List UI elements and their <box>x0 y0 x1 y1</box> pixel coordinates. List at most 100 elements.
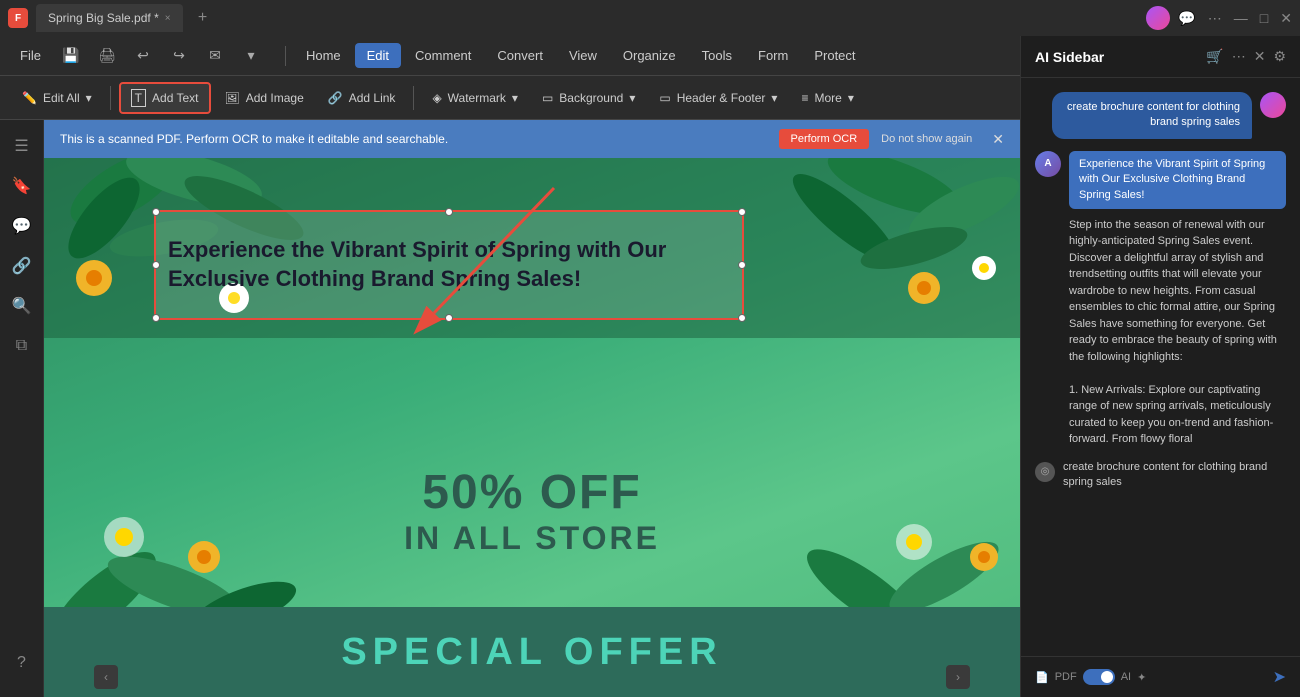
background-icon: ▭ <box>542 91 553 105</box>
nav-comment[interactable]: Comment <box>403 43 483 68</box>
sidebar-icon-help[interactable]: ? <box>4 645 40 681</box>
ai-sidebar-footer: 📄 PDF AI ✦ ➤ <box>1021 656 1300 697</box>
handle-br[interactable] <box>738 314 746 322</box>
handle-bl[interactable] <box>152 314 160 322</box>
sidebar-icon-link[interactable]: 🔗 <box>4 248 40 284</box>
edit-icon: ✏️ <box>22 91 37 105</box>
add-link-button[interactable]: 🔗 Add Link <box>318 86 406 110</box>
nav-convert[interactable]: Convert <box>485 43 555 68</box>
handle-mr[interactable] <box>738 261 746 269</box>
edit-all-dropdown-icon: ▾ <box>86 91 92 105</box>
edit-all-button[interactable]: ✏️ Edit All ▾ <box>12 86 102 110</box>
print-icon[interactable]: 🖨 <box>93 42 121 70</box>
sidebar-icon-layers[interactable]: ⧉ <box>4 328 40 364</box>
nav-right-button[interactable]: › <box>946 665 970 689</box>
window-controls: 💬 ⋯ — □ ✕ <box>1178 10 1292 27</box>
no-show-button[interactable]: Do not show again <box>881 133 972 145</box>
pdf-ai-toggle[interactable] <box>1083 669 1115 685</box>
undo-icon[interactable]: ↩ <box>129 42 157 70</box>
tab-label: Spring Big Sale.pdf * <box>48 11 159 25</box>
nav-view[interactable]: View <box>557 43 609 68</box>
title-bar: F Spring Big Sale.pdf * × + 💬 ⋯ — □ ✕ <box>0 0 1300 36</box>
pdf-label: PDF <box>1055 671 1077 683</box>
ai-label: AI <box>1121 671 1131 683</box>
ellipsis-icon[interactable]: ⋯ <box>1232 48 1246 65</box>
nav-protect[interactable]: Protect <box>802 43 867 68</box>
ai-response-row: A Experience the Vibrant Spirit of Sprin… <box>1035 151 1286 448</box>
footer-left: 📄 PDF AI ✦ <box>1035 669 1146 685</box>
tab-close-button[interactable]: × <box>165 13 171 24</box>
chat-icon[interactable]: 💬 <box>1178 10 1195 27</box>
pdf-canvas: Experience the Vibrant Spirit of Spring … <box>44 158 1020 697</box>
handle-tl[interactable] <box>152 208 160 216</box>
link-icon: 🔗 <box>328 91 343 105</box>
settings-sidebar-icon[interactable]: ⚙ <box>1273 48 1286 65</box>
user-message-row: create brochure content for clothing bra… <box>1035 92 1286 139</box>
more-button[interactable]: ≡ More ▾ <box>791 86 863 110</box>
send-button[interactable]: ➤ <box>1273 667 1286 687</box>
maximize-button[interactable]: □ <box>1260 10 1268 26</box>
ai-sidebar-body: create brochure content for clothing bra… <box>1021 78 1300 656</box>
watermark-button[interactable]: ◈ Watermark ▾ <box>422 86 528 110</box>
query-location-icon: ◎ <box>1035 462 1055 482</box>
header-icons: 🛒 ⋯ ✕ ⚙ <box>1206 48 1286 65</box>
redo-icon[interactable]: ↪ <box>165 42 193 70</box>
selected-text-box[interactable]: Experience the Vibrant Spirit of Spring … <box>154 210 744 320</box>
pdf-icon: 📄 <box>1035 671 1049 684</box>
file-tab[interactable]: Spring Big Sale.pdf * × <box>36 4 183 32</box>
new-tab-button[interactable]: + <box>191 6 215 30</box>
user-avatar <box>1146 6 1170 30</box>
image-icon: 🖼 <box>225 91 240 105</box>
selected-text-content: Experience the Vibrant Spirit of Spring … <box>168 236 730 293</box>
special-offer-banner: SPECIAL OFFER <box>44 607 1020 697</box>
minimize-button[interactable]: — <box>1234 10 1248 26</box>
nav-edit[interactable]: Edit <box>355 43 401 68</box>
save-icon[interactable]: 💾 <box>57 42 85 70</box>
add-image-button[interactable]: 🖼 Add Image <box>215 86 314 110</box>
nav-form[interactable]: Form <box>746 43 800 68</box>
sidebar-icon-bookmark[interactable]: 🔖 <box>4 168 40 204</box>
special-offer-text: SPECIAL OFFER <box>341 631 722 674</box>
nav-left-button[interactable]: ‹ <box>94 665 118 689</box>
perform-ocr-button[interactable]: Perform OCR <box>779 129 870 149</box>
nav-tools[interactable]: Tools <box>690 43 744 68</box>
watermark-dropdown: ▾ <box>512 91 518 105</box>
menu-left: File 💾 🖨 ↩ ↪ ✉ ▾ <box>12 42 265 70</box>
handle-tr[interactable] <box>738 208 746 216</box>
sidebar-icon-menu[interactable]: ☰ <box>4 128 40 164</box>
sidebar-icon-comment[interactable]: 💬 <box>4 208 40 244</box>
ocr-banner-close[interactable]: ✕ <box>992 131 1004 148</box>
user-avatar-sidebar <box>1260 92 1286 118</box>
ai-sidebar-header: AI Sidebar 🛒 ⋯ ✕ ⚙ <box>1021 36 1300 78</box>
more-icon: ≡ <box>801 91 808 105</box>
background-button[interactable]: ▭ Background ▾ <box>532 86 645 110</box>
sidebar-icon-search[interactable]: 🔍 <box>4 288 40 324</box>
handle-ml[interactable] <box>152 261 160 269</box>
email-icon[interactable]: ✉ <box>201 42 229 70</box>
file-menu[interactable]: File <box>12 44 49 67</box>
bottom-query-text: create brochure content for clothing bra… <box>1063 460 1286 491</box>
ai-avatar: A <box>1035 151 1061 177</box>
header-dropdown: ▾ <box>771 91 777 105</box>
add-text-icon: T <box>131 89 146 107</box>
bottom-query-row: ◎ create brochure content for clothing b… <box>1035 460 1286 491</box>
cart-icon[interactable]: 🛒 <box>1206 48 1223 65</box>
ai-sidebar: AI Sidebar 🛒 ⋯ ✕ ⚙ create brochure conte… <box>1020 36 1300 697</box>
sidebar-close-icon[interactable]: ✕ <box>1254 48 1266 65</box>
close-button[interactable]: ✕ <box>1280 10 1292 27</box>
ai-title-highlight: Experience the Vibrant Spirit of Spring … <box>1069 151 1286 209</box>
nav-organize[interactable]: Organize <box>611 43 688 68</box>
background-dropdown: ▾ <box>629 91 635 105</box>
promo-big-text: 50% OFF <box>404 465 660 520</box>
add-text-button[interactable]: T Add Text <box>119 82 211 114</box>
dropdown-icon[interactable]: ▾ <box>237 42 265 70</box>
main-content: This is a scanned PDF. Perform OCR to ma… <box>44 120 1020 697</box>
more-icon[interactable]: ⋯ <box>1208 10 1222 27</box>
header-footer-button[interactable]: ▭ Header & Footer ▾ <box>649 86 787 110</box>
handle-bc[interactable] <box>445 314 453 322</box>
handle-tc[interactable] <box>445 208 453 216</box>
pdf-content: Experience the Vibrant Spirit of Spring … <box>44 158 1020 697</box>
ai-sidebar-title: AI Sidebar <box>1035 49 1198 65</box>
promo-text: 50% OFF IN ALL STORE <box>404 465 660 557</box>
nav-home[interactable]: Home <box>294 43 353 68</box>
